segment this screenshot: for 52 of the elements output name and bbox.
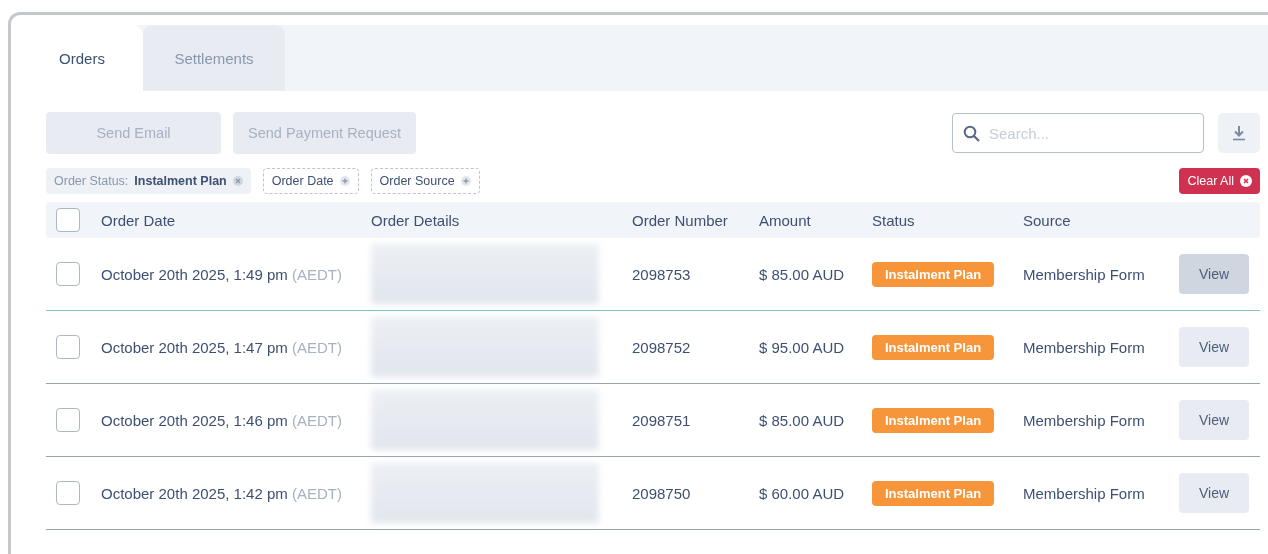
view-button[interactable]: View <box>1179 473 1249 513</box>
status-badge: Instalment Plan <box>872 334 995 360</box>
status-badge: Instalment Plan <box>872 407 995 433</box>
order-date: October 20th 2025, 1:49 pm (AEDT) <box>101 265 343 283</box>
amount: $ 95.00 AUD <box>759 338 846 356</box>
checkbox[interactable] <box>56 335 80 359</box>
filter-chip[interactable]: Order Source <box>370 168 480 194</box>
view-button[interactable]: View <box>1179 400 1249 440</box>
download-icon <box>1231 125 1247 141</box>
search-icon <box>963 125 980 142</box>
remove-icon <box>232 176 243 186</box>
checkbox[interactable] <box>56 408 80 432</box>
table-row[interactable]: October 20th 2025, 1:46 pm (AEDT) 2098751 $ 85.00 AUD Instalment Plan Membership Form View <box>46 384 1260 457</box>
filter-chip[interactable]: Order Status: Instalment Plan <box>46 168 251 194</box>
clear-all-button[interactable]: Clear All <box>1179 168 1260 194</box>
checkbox[interactable] <box>56 262 80 286</box>
download-button[interactable] <box>1218 113 1260 153</box>
add-icon <box>339 176 350 186</box>
source: Membership Form <box>1023 411 1146 429</box>
search-field[interactable]: Search... <box>952 113 1204 153</box>
column-header: Source <box>1023 211 1072 229</box>
filter-chip[interactable]: Order Date <box>262 168 359 194</box>
column-header: Status <box>872 211 916 229</box>
view-button[interactable]: View <box>1179 327 1249 367</box>
table-row[interactable]: October 20th 2025, 1:49 pm (AEDT) 2098753 $ 85.00 AUD Instalment Plan Membership Form View <box>46 238 1260 311</box>
source: Membership Form <box>1023 265 1146 283</box>
close-icon <box>1240 175 1252 187</box>
checkbox[interactable] <box>56 481 80 505</box>
column-header: Order Number <box>632 211 729 229</box>
table-row[interactable]: October 20th 2025, 1:47 pm (AEDT) 2098752 $ 95.00 AUD Instalment Plan Membership Form View <box>46 311 1260 384</box>
status-badge: Instalment Plan <box>872 480 995 506</box>
column-header: Order Details <box>371 211 461 229</box>
column-header: Order Date <box>101 211 177 229</box>
order-date: October 20th 2025, 1:42 pm (AEDT) <box>101 484 343 502</box>
amount: $ 85.00 AUD <box>759 411 846 429</box>
amount: $ 85.00 AUD <box>759 265 846 283</box>
add-icon <box>460 176 471 186</box>
order-number: 2098751 <box>632 411 692 429</box>
order-date: October 20th 2025, 1:46 pm (AEDT) <box>101 411 343 429</box>
source: Membership Form <box>1023 484 1146 502</box>
source: Membership Form <box>1023 338 1146 356</box>
order-number: 2098753 <box>632 265 692 283</box>
tab[interactable]: Orders <box>21 25 143 91</box>
column-header: Amount <box>759 211 812 229</box>
order-date: October 20th 2025, 1:47 pm (AEDT) <box>101 338 343 356</box>
amount: $ 60.00 AUD <box>759 484 846 502</box>
order-number: 2098752 <box>632 338 692 356</box>
status-badge: Instalment Plan <box>872 261 995 287</box>
checkbox[interactable] <box>56 208 80 232</box>
view-button[interactable]: View <box>1179 254 1249 294</box>
order-number: 2098750 <box>632 484 692 502</box>
table-row[interactable]: October 20th 2025, 1:42 pm (AEDT) 2098750 $ 60.00 AUD Instalment Plan Membership Form View <box>46 457 1260 530</box>
